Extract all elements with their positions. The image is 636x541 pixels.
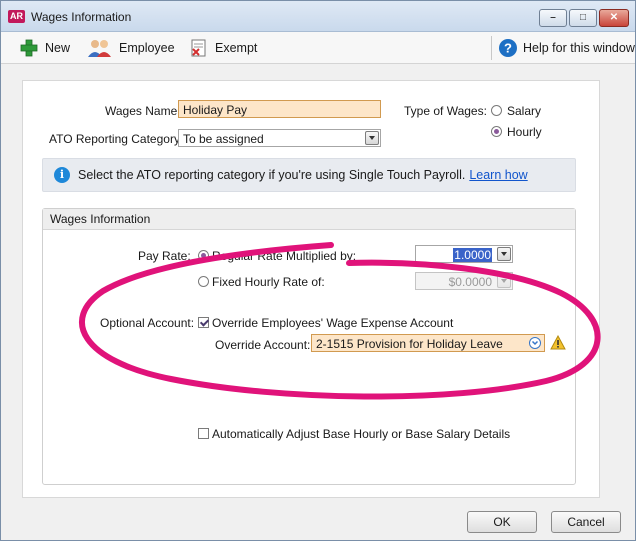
pay-rate-label: Pay Rate: — [138, 249, 191, 263]
hourly-radio[interactable] — [491, 126, 502, 137]
exempt-label: Exempt — [215, 41, 258, 55]
chevron-down-icon — [497, 274, 511, 288]
override-account-value: 2-1515 Provision for Holiday Leave — [316, 337, 503, 351]
help-icon: ? — [498, 38, 518, 58]
chevron-down-icon[interactable] — [365, 131, 379, 145]
wages-name-input[interactable]: Holiday Pay — [178, 100, 381, 118]
regular-rate-value: 1.0000 — [453, 248, 492, 262]
ato-category-label: ATO Reporting Category: — [49, 132, 184, 146]
lookup-chevron-icon[interactable] — [529, 337, 541, 349]
info-banner: i Select the ATO reporting category if y… — [42, 158, 576, 192]
minimize-icon: – — [550, 12, 556, 23]
regular-rate-input[interactable]: 1.0000 — [415, 245, 513, 263]
exempt-icon — [189, 38, 209, 58]
window-title: Wages Information — [31, 10, 132, 24]
optional-account-label: Optional Account: — [100, 316, 195, 330]
toolbar-separator — [491, 36, 492, 60]
group-header: Wages Information — [43, 209, 575, 230]
fixed-rate-input[interactable]: $0.0000 — [415, 272, 513, 290]
svg-text:?: ? — [504, 41, 512, 56]
wages-information-window: AR Wages Information – □ ✕ New Employee … — [0, 0, 636, 541]
close-icon: ✕ — [609, 12, 619, 23]
app-logo-icon: AR — [8, 10, 25, 23]
new-button[interactable]: New — [19, 38, 70, 58]
employee-icon — [87, 38, 113, 58]
minimize-button[interactable]: – — [539, 9, 567, 27]
fixed-rate-value: $0.0000 — [448, 275, 492, 289]
info-icon: i — [54, 167, 70, 183]
help-label: Help for this window — [523, 41, 635, 55]
auto-adjust-checkbox[interactable] — [198, 428, 209, 439]
ok-button[interactable]: OK — [467, 511, 537, 533]
wages-name-value: Holiday Pay — [183, 103, 248, 117]
override-account-checkbox[interactable] — [198, 317, 209, 328]
close-button[interactable]: ✕ — [599, 9, 629, 27]
override-account-label: Override Account: — [215, 338, 311, 352]
regular-rate-label: Regular Rate Multiplied by: — [212, 249, 357, 263]
help-button[interactable]: ? Help for this window — [498, 38, 635, 58]
type-of-wages-label: Type of Wages: — [404, 104, 487, 118]
fixed-rate-radio[interactable] — [198, 276, 209, 287]
override-account-select[interactable]: 2-1515 Provision for Holiday Leave — [311, 334, 545, 352]
regular-rate-radio[interactable] — [198, 250, 209, 261]
maximize-button[interactable]: □ — [569, 9, 597, 27]
ato-category-select[interactable]: To be assigned — [178, 129, 381, 147]
salary-radio[interactable] — [491, 105, 502, 116]
new-label: New — [45, 41, 71, 55]
warning-icon — [550, 334, 566, 351]
auto-adjust-label: Automatically Adjust Base Hourly or Base… — [212, 427, 511, 441]
info-text: Select the ATO reporting category if you… — [78, 168, 466, 182]
title-bar: AR Wages Information – □ ✕ — [1, 1, 635, 32]
wages-name-label: Wages Name: — [105, 104, 181, 118]
override-checkbox-label: Override Employees' Wage Expense Account — [212, 316, 454, 330]
chevron-down-icon[interactable] — [497, 247, 511, 261]
exempt-button[interactable]: Exempt — [189, 38, 257, 58]
cancel-button[interactable]: Cancel — [551, 511, 621, 533]
salary-label: Salary — [507, 104, 542, 118]
info-message: Select the ATO reporting category if you… — [78, 168, 528, 182]
employee-button[interactable]: Employee — [87, 38, 175, 58]
employee-label: Employee — [119, 41, 175, 55]
learn-how-link[interactable]: Learn how — [469, 168, 527, 182]
fixed-rate-label: Fixed Hourly Rate of: — [212, 275, 325, 289]
plus-icon — [19, 38, 39, 58]
maximize-icon: □ — [579, 12, 587, 23]
group-title: Wages Information — [50, 212, 151, 226]
hourly-label: Hourly — [507, 125, 542, 139]
ato-category-value: To be assigned — [183, 132, 264, 146]
toolbar: New Employee Exempt ? Help for this wind… — [1, 32, 635, 64]
